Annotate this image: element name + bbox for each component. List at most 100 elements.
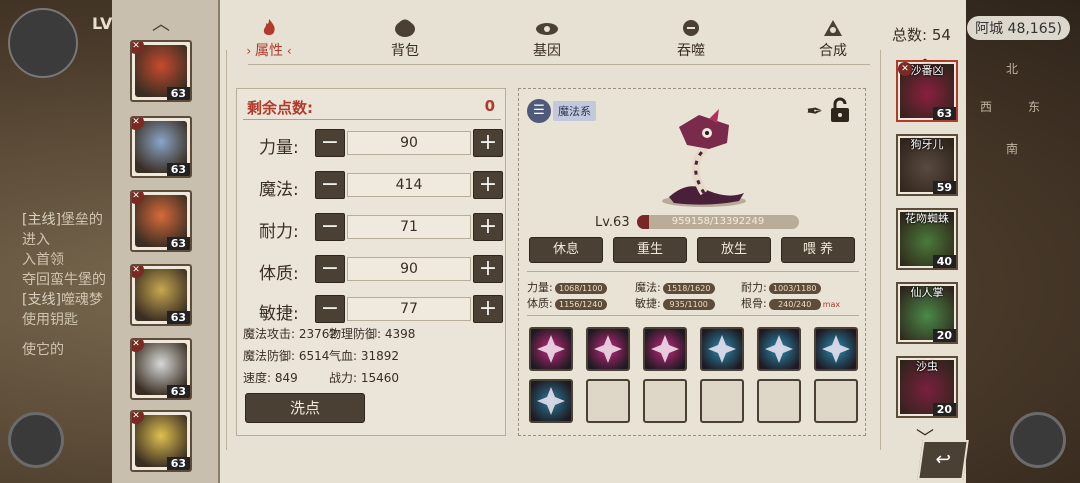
increase-button[interactable]: + xyxy=(473,255,503,283)
hero-card[interactable]: ✕ 63 xyxy=(130,40,192,102)
attribute-panel: 剩余点数: 0 力量: − 90 + 魔法: − 414 + 耐力: − 71 … xyxy=(236,88,506,436)
tab-synthesis[interactable]: 合成 xyxy=(798,18,868,60)
pet-level: 40 xyxy=(932,255,956,268)
bottom-right-round-button[interactable] xyxy=(1010,412,1066,468)
empty-skill-slot[interactable] xyxy=(643,379,687,423)
empty-skill-slot[interactable] xyxy=(757,379,801,423)
back-button[interactable]: ↩ xyxy=(917,440,969,480)
feed-button[interactable]: 喂 养 xyxy=(781,237,855,263)
empty-skill-slot[interactable] xyxy=(814,379,858,423)
skill-glyph xyxy=(822,335,850,363)
pet-name: 仙人掌 xyxy=(910,286,944,299)
scroll-up-icon[interactable]: ︿ xyxy=(152,10,170,36)
blue-swirl-skill-icon[interactable] xyxy=(700,327,744,371)
skill-glyph xyxy=(651,335,679,363)
stat-row-agility: 敏捷: − 77 + xyxy=(237,295,507,325)
remaining-points-label: 剩余点数: xyxy=(247,99,313,117)
empty-skill-slot[interactable] xyxy=(700,379,744,423)
pet-level: 63 xyxy=(932,107,956,120)
blue-slash-skill-icon[interactable] xyxy=(814,327,858,371)
hero-card[interactable]: ✕ 63 xyxy=(130,116,192,178)
divider xyxy=(243,119,501,120)
release-button[interactable]: 放生 xyxy=(697,237,771,263)
pet-name: 花吻蜘蛛 xyxy=(905,212,949,225)
increase-button[interactable]: + xyxy=(473,171,503,199)
quest-tracker[interactable]: [主线]堡垒的 进入 入首领 夺回蛮牛堡的 [支线]噬魂梦 使用钥匙 使它的 xyxy=(22,210,122,360)
pet-portrait xyxy=(662,109,746,207)
pet-list-item[interactable]: 沙虫 20 xyxy=(896,356,958,418)
derived-stat: 物理防御: 4398 xyxy=(329,327,416,341)
increase-button[interactable]: + xyxy=(473,295,503,323)
growth-bone: 根骨: 240/240 max xyxy=(741,297,841,310)
hero-card[interactable]: ✕ 63 xyxy=(130,410,192,472)
blue-orb-skill-icon[interactable] xyxy=(529,379,573,423)
increase-button[interactable]: + xyxy=(473,213,503,241)
remaining-points-value: 0 xyxy=(484,97,495,115)
gene-icon xyxy=(536,23,558,35)
stat-label: 力量: xyxy=(259,138,299,158)
derived-stat: 速度: 849 xyxy=(243,371,298,385)
decrease-button[interactable]: − xyxy=(315,295,345,323)
growth-strength: 力量: 1068/1100 xyxy=(527,279,607,295)
pet-level: Lv.63 xyxy=(595,215,630,230)
stat-label: 魔法: xyxy=(259,180,299,200)
pet-list-item[interactable]: 狗牙儿 59 xyxy=(896,134,958,196)
decrease-button[interactable]: − xyxy=(315,129,345,157)
tab-gene[interactable]: 基因 xyxy=(512,18,582,60)
rebirth-button[interactable]: 重生 xyxy=(613,237,687,263)
player-level-label: LV xyxy=(92,14,113,33)
player-avatar[interactable] xyxy=(8,8,78,78)
pet-list-item[interactable]: 仙人掌 20 xyxy=(896,282,958,344)
devour-icon xyxy=(683,20,699,36)
flame-icon xyxy=(263,19,275,35)
stat-value: 90 xyxy=(347,131,471,155)
bottom-left-round-button[interactable] xyxy=(8,412,64,468)
decrease-button[interactable]: − xyxy=(315,255,345,283)
coordinates-badge: 阿城 48,165) xyxy=(967,16,1070,40)
stat-label: 体质: xyxy=(259,264,299,284)
tab-devour[interactable]: 吞噬 xyxy=(656,18,726,60)
hero-level: 63 xyxy=(166,163,190,176)
stat-label: 耐力: xyxy=(259,222,299,242)
empty-skill-slot[interactable] xyxy=(586,379,630,423)
divider xyxy=(527,271,859,272)
quest-line: 使用钥匙 xyxy=(22,312,78,328)
growth-agility: 敏捷: 935/1100 xyxy=(635,295,715,311)
quest-line: 入首领 xyxy=(22,252,64,268)
rest-button[interactable]: 休息 xyxy=(529,237,603,263)
hero-card[interactable]: ✕ 63 xyxy=(130,190,192,252)
quest-line: 使它的 xyxy=(22,342,64,358)
pet-level: 20 xyxy=(932,329,956,342)
tab-divider xyxy=(248,64,870,65)
pet-list-item[interactable]: 花吻蜘蛛 40 xyxy=(896,208,958,270)
divider xyxy=(527,315,859,316)
tab-backpack[interactable]: 背包 xyxy=(370,18,440,60)
pet-name: 沙虫 xyxy=(916,360,938,373)
stat-row-magic: 魔法: − 414 + xyxy=(237,171,507,201)
lock-icon[interactable] xyxy=(829,97,851,123)
bag-icon xyxy=(395,19,415,37)
derived-stat: 魔法攻击: 23762 xyxy=(243,327,338,341)
close-icon[interactable]: ✕ xyxy=(898,62,912,76)
pink-claw-skill-icon[interactable] xyxy=(529,327,573,371)
list-icon[interactable]: ☰ xyxy=(527,99,551,123)
pink-burst-skill-icon[interactable] xyxy=(586,327,630,371)
pet-list-item[interactable]: ✕ 沙番凶 63 xyxy=(896,60,958,122)
pet-type-tag: ☰ 魔法系 xyxy=(527,99,596,123)
growth-constitution: 体质: 1156/1240 xyxy=(527,295,607,311)
pink-star-skill-icon[interactable] xyxy=(643,327,687,371)
decrease-button[interactable]: − xyxy=(315,171,345,199)
tab-attributes[interactable]: › 属性 ‹ xyxy=(234,18,304,60)
rename-feather-icon[interactable]: ✒ xyxy=(806,99,823,123)
hero-card[interactable]: ✕ 63 xyxy=(130,338,192,400)
stat-label: 敏捷: xyxy=(259,304,299,324)
synthesis-icon xyxy=(824,20,842,36)
blue-swirl-skill-icon[interactable] xyxy=(757,327,801,371)
decrease-button[interactable]: − xyxy=(315,213,345,241)
tab-bar: › 属性 ‹ 背包 基因 吞噬 合成 xyxy=(226,18,878,64)
pet-name: 狗牙儿 xyxy=(910,138,944,151)
reset-points-button[interactable]: 洗点 xyxy=(245,393,365,423)
hero-card[interactable]: ✕ 63 xyxy=(130,264,192,326)
pet-total-count: 总数: 54 xyxy=(892,26,951,44)
increase-button[interactable]: + xyxy=(473,129,503,157)
